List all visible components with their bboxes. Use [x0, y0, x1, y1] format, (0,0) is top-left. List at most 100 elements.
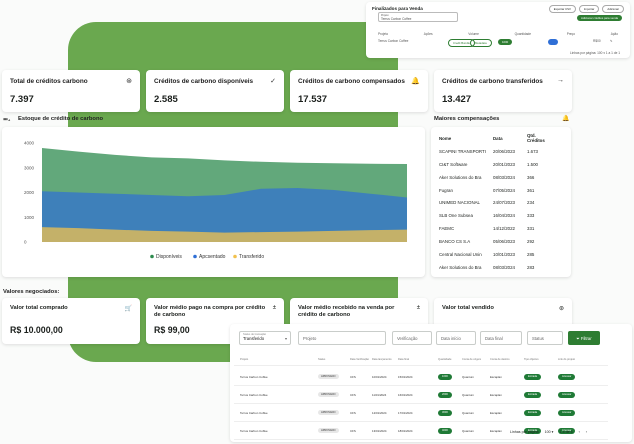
entry-button[interactable]: Entrada	[524, 373, 542, 380]
date-cell: 13/01/2024	[372, 428, 387, 433]
legend-label: Transferido	[239, 254, 264, 260]
column-header: Status	[318, 358, 326, 361]
prev-page-icon[interactable]: ‹	[579, 430, 580, 434]
compensation-date: 07/05/2024	[493, 187, 515, 193]
date-cell: 10/01/2024	[372, 374, 387, 379]
table-row: BANCO CS S.A 05/06/2023 292	[439, 235, 549, 248]
chevron-down-icon: ▾	[284, 336, 287, 341]
transactions-pagination: Linhas por página 100 ▾ 1-4 de 4 ‹ ›	[510, 430, 587, 434]
column-header: Data Verificação	[350, 358, 369, 361]
company-name: BANCO CS S.A	[439, 239, 471, 245]
company-name: SLB One Subsea	[439, 213, 473, 219]
filter-icon: ⏷	[576, 336, 580, 341]
project-cell: Terrus Carbon Coffee	[240, 374, 268, 379]
kpi-transferred-credits: Créditos de carbono transferidos 13.427 …	[434, 70, 572, 112]
edit-icon[interactable]: ✎	[610, 39, 613, 43]
compensations-title: Maiores compensações	[434, 116, 500, 122]
credit-qty: 366	[527, 174, 535, 180]
column-header: Conta de destino	[490, 358, 510, 361]
company-name: FAEMC	[439, 226, 455, 232]
origin-cell: Quantum	[462, 392, 474, 397]
access-button[interactable]: Acessar	[558, 409, 576, 416]
export-button[interactable]: Exportar CSV	[548, 5, 576, 13]
legend-marker	[150, 254, 154, 259]
entry-button[interactable]: Entrada	[524, 391, 542, 398]
y-tick-label: 4000	[24, 141, 35, 146]
quantity-badge: 2000	[438, 391, 452, 398]
end-date-input[interactable]: Data final	[480, 331, 522, 345]
company-name: Central Nacional Unin	[439, 251, 482, 257]
table-row: CI&T Software 20/01/2023 1.500	[439, 158, 549, 171]
company-name: SCAPINI TRANSPORTI	[439, 148, 486, 154]
status-type-select[interactable]: Status de transação Transferido ▾	[239, 331, 291, 345]
date-cell: 11/01/2024	[372, 392, 387, 397]
column-header: Tipo objetivo	[524, 358, 539, 361]
kpi-compensated-credits: Créditos de carbono compensados 17.537 🔔	[290, 70, 428, 112]
table-row: Aker Solutions do Bra 08/03/2024 366	[439, 171, 549, 184]
entry-button[interactable]: Entrada	[524, 409, 542, 416]
status-badge: APROVADO	[318, 374, 339, 379]
table-row: Aker Solutions do Bra 08/03/2024 283	[439, 261, 549, 274]
table-row: FAEMC 14/12/2022 331	[439, 222, 549, 235]
access-button[interactable]: Acessar	[558, 373, 576, 380]
quantity-toggle[interactable]	[548, 39, 558, 45]
date-cell: 18/01/2024	[398, 428, 413, 433]
compensation-date: 16/04/2024	[493, 213, 515, 219]
start-date-input[interactable]: Data início	[436, 331, 476, 345]
company-name: Aker Solutions do Bra	[439, 174, 482, 180]
project-filter[interactable]: Projeto Terrus Carbon Coffee	[378, 12, 458, 22]
column-header: Projeto	[240, 358, 249, 361]
compensation-date: 10/01/2023	[493, 251, 515, 257]
add-credits-sale-button[interactable]: Adicionar créditos para venda	[576, 15, 622, 21]
y-tick-label: 3000	[24, 165, 35, 170]
seal-icon: ⊛	[558, 306, 564, 312]
top-table-header: Projeto Ações Volume Quantidade Preço Aç…	[378, 32, 618, 36]
kpi-total-credits: Total de créditos carbono 7.397 ⊛	[2, 70, 140, 112]
date-cell: 12/01/2024	[372, 410, 387, 415]
import-button[interactable]: Importar	[578, 5, 600, 13]
credit-qty: 331	[527, 226, 535, 232]
column-header: Quantidade	[438, 358, 452, 361]
destination-cell: Escaplan	[490, 428, 502, 433]
plus-minus-icon: ±	[272, 305, 276, 311]
stock-icon: ≕₄	[3, 117, 11, 123]
legend-label: Disponíveis	[156, 254, 182, 260]
next-page-icon[interactable]: ›	[586, 430, 587, 434]
compensation-date: 20/06/2023	[493, 148, 515, 154]
table-row: UNIMED NACIONAL 24/07/2023 234	[439, 196, 549, 209]
column-header: Data final	[398, 358, 409, 361]
y-tick-label: 1000	[24, 215, 35, 220]
date-cell: 16/01/2024	[398, 392, 413, 397]
add-button[interactable]: Adicionar	[602, 5, 624, 13]
verification-cell: CFS	[350, 410, 356, 415]
access-button[interactable]: Acessar	[558, 391, 576, 398]
stock-area-chart: 0 1000 2000 3000 4000 Disponíveis Apcsentado Tr…	[24, 141, 407, 260]
legend-marker	[233, 254, 237, 259]
y-tick-label: 2000	[24, 190, 35, 195]
transactions-table-header: Projeto Status Data Verificação Data lançam…	[234, 354, 608, 366]
project-input[interactable]: Projeto	[298, 331, 386, 345]
table-row: SLB One Subsea 16/04/2024 333	[439, 209, 549, 222]
credit-qty: 283	[527, 264, 535, 270]
status-select[interactable]: Status	[527, 331, 563, 345]
top-pagination: Linhas por página: 100 ▾ 1 a 1 de 1	[570, 51, 620, 55]
verification-select[interactable]: Verificação	[392, 331, 432, 345]
bell-icon: 🔔	[411, 78, 420, 85]
finalized-sale-panel: Finalizados para Venda Exportar CSV Impo…	[366, 2, 630, 58]
compensation-date: 20/01/2023	[493, 161, 515, 167]
column-header: Data lançamento	[372, 358, 392, 361]
compensation-date: 14/12/2022	[493, 226, 515, 232]
table-row: Fugran 07/05/2024 361	[439, 184, 549, 197]
compensations-card: Nome Data Qtd. Créditos SCAPINI TRANSPOR…	[431, 127, 571, 277]
destination-cell: Escaplan	[490, 410, 502, 415]
quantity-badge: 3000	[438, 409, 452, 416]
filter-button[interactable]: ⏷ Filtrar	[568, 331, 600, 345]
credit-qty: 292	[527, 239, 535, 245]
status-badge: APROVADO	[318, 428, 339, 433]
bell-icon: 🔔	[562, 116, 570, 122]
credit-qty: 361	[527, 187, 535, 193]
compensation-date: 24/07/2023	[493, 200, 515, 206]
company-name: Fugran	[439, 187, 453, 193]
rows-per-page-select[interactable]: 100 ▾	[545, 430, 554, 434]
project-cell: Terrus Carbon Coffee	[240, 428, 268, 433]
